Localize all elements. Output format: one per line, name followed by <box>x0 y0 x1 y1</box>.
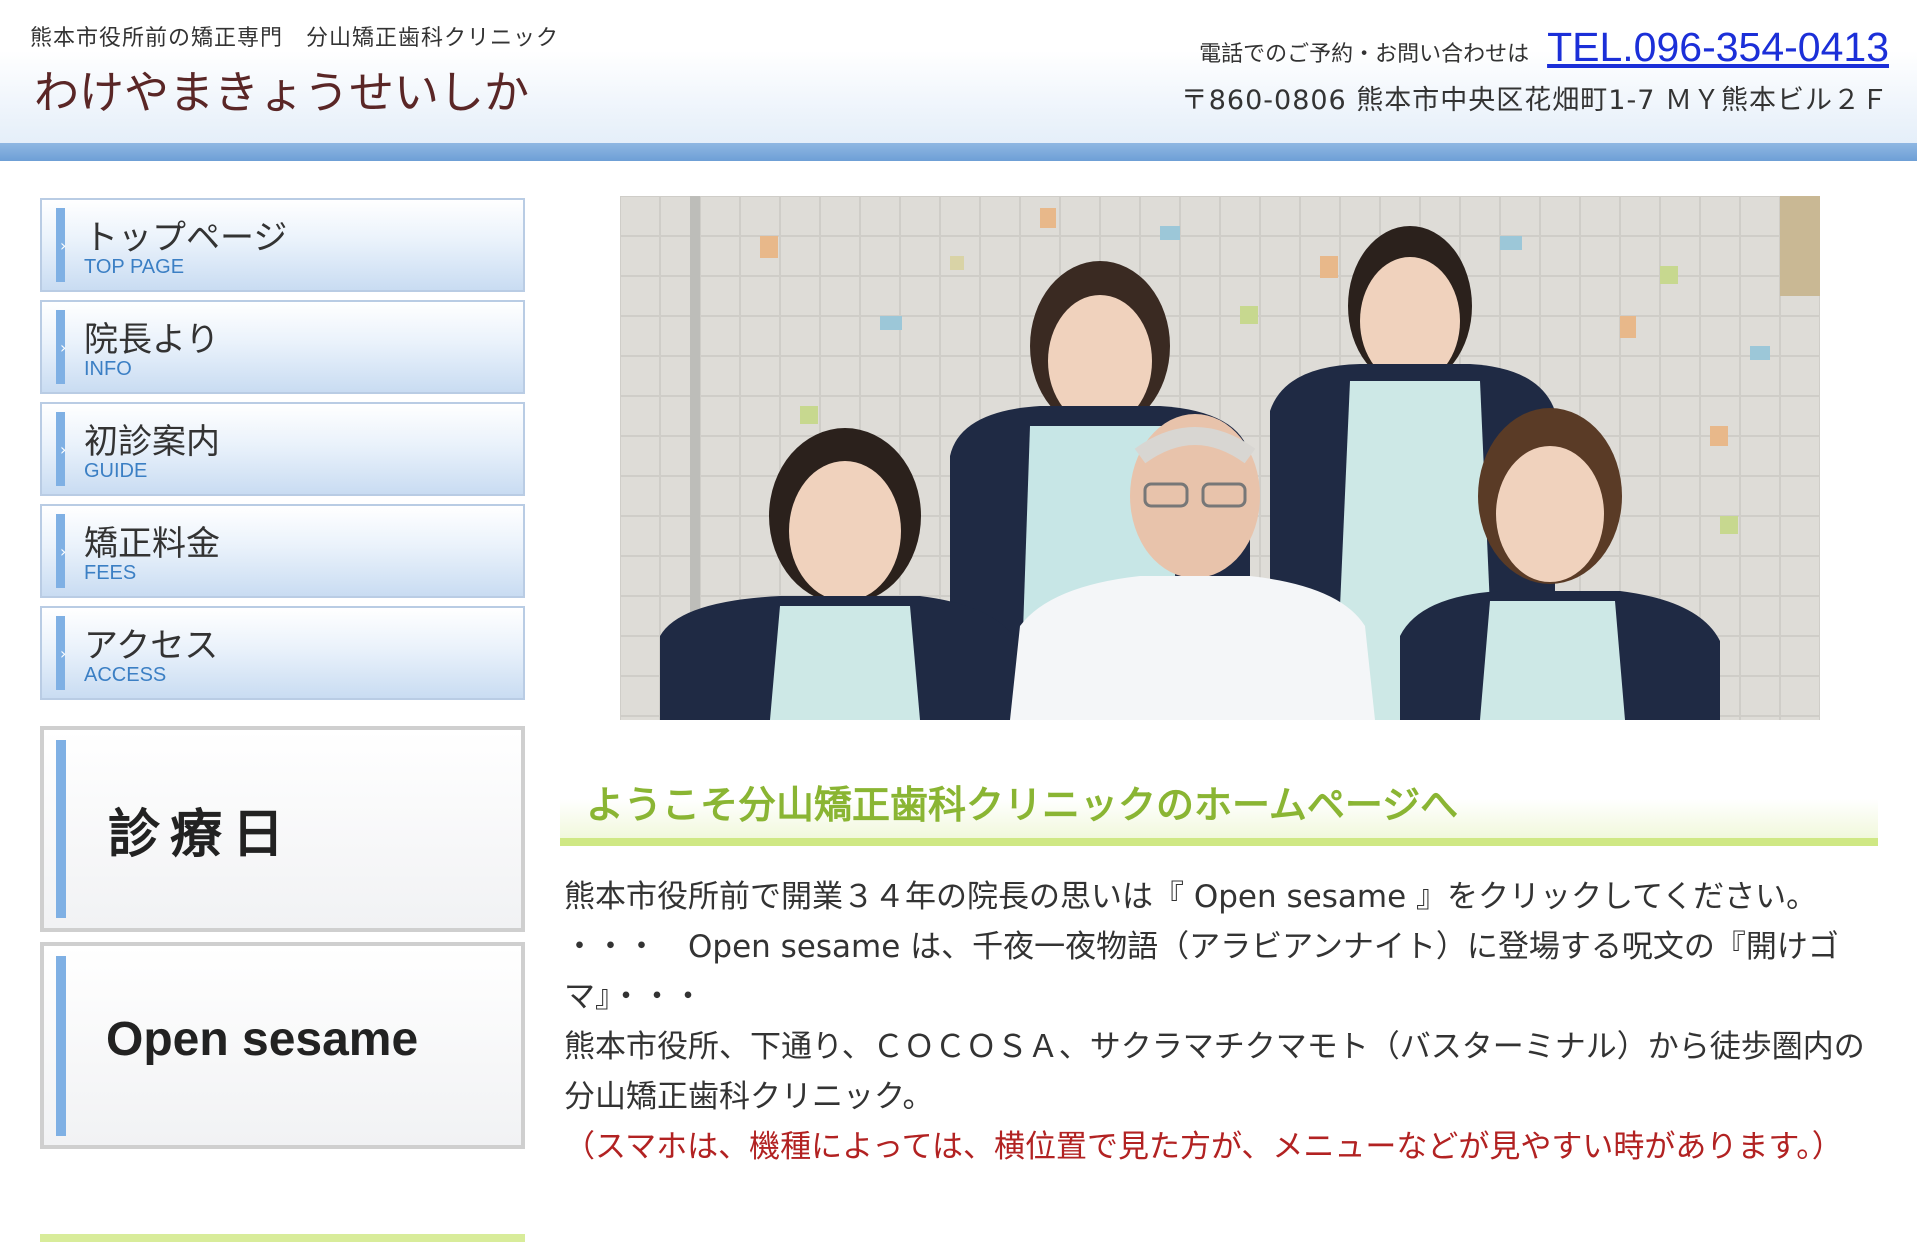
contact-label: 電話でのご予約・お問い合わせは <box>1199 42 1530 67</box>
banner-accent-bar <box>56 740 66 918</box>
nav-label-jp: 矯正料金 <box>84 524 220 564</box>
open-sesame-banner[interactable]: Open sesame <box>40 942 525 1149</box>
nav-label-en: GUIDE <box>84 460 148 482</box>
schedule-banner-label: 診療日 <box>108 805 295 865</box>
nav-item-guide[interactable]: › 初診案内 GUIDE <box>40 402 525 496</box>
nav-label-en: TOP PAGE <box>84 256 185 278</box>
chevron-right-icon: › <box>60 440 67 459</box>
chevron-right-icon: › <box>60 644 67 663</box>
nav-label-en: FEES <box>84 562 137 584</box>
staff-photo <box>620 196 1820 720</box>
contact-line: 電話でのご予約・お問い合わせは TEL.096-354-0413 <box>1199 24 1889 71</box>
open-sesame-paragraph: ・・・ Open sesame は、千夜一夜物語（アラビアンナイト）に登場する呪… <box>564 929 1839 1015</box>
site-logo[interactable]: わけやまきょうせいしか <box>34 56 529 121</box>
nav-label-jp: トップページ <box>84 218 288 258</box>
nav-label-en: INFO <box>84 358 132 380</box>
chevron-right-icon: › <box>60 236 67 255</box>
nav-item-access[interactable]: › アクセス ACCESS <box>40 606 525 700</box>
nav-item-fees[interactable]: › 矯正料金 FEES <box>40 504 525 598</box>
sidebar-bottom-divider <box>40 1234 525 1242</box>
nav-item-info[interactable]: › 院長より INFO <box>40 300 525 394</box>
nav-label-jp: 初診案内 <box>84 422 220 462</box>
site-header: 熊本市役所前の矯正専門 分山矯正歯科クリニック わけやまきょうせいしか 電話での… <box>0 0 1917 145</box>
nav-label-en: ACCESS <box>84 664 167 686</box>
welcome-heading-text: ようこそ分山矯正歯科クリニックのホームページへ <box>586 783 1459 827</box>
welcome-heading: ようこそ分山矯正歯科クリニックのホームページへ <box>560 760 1878 846</box>
site-tagline: 熊本市役所前の矯正専門 分山矯正歯科クリニック <box>30 26 560 51</box>
nav-label-jp: アクセス <box>84 626 219 666</box>
header-divider-bar <box>0 143 1917 161</box>
intro-paragraph: 熊本市役所前で開業３４年の院長の思いは『 Open sesame 』をクリックし… <box>564 879 1818 915</box>
main-content: 熊本市役所前で開業３４年の院長の思いは『 Open sesame 』をクリックし… <box>564 872 1880 1172</box>
location-paragraph: 熊本市役所、下通り、ＣＯＣＯＳＡ、サクラマチクマモト（バスターミナル）から徒歩圏… <box>564 1029 1865 1115</box>
open-sesame-banner-label: Open sesame <box>106 1013 419 1066</box>
smartphone-notice: （スマホは、機種によっては、横位置で見た方が、メニューなどが見やすい時があります… <box>564 1129 1843 1165</box>
chevron-right-icon: › <box>60 542 67 561</box>
chevron-right-icon: › <box>60 338 67 357</box>
clinic-address: 〒860-0806 熊本市中央区花畑町1-7 ＭＹ熊本ビル２Ｆ <box>1180 85 1889 116</box>
nav-item-top-page[interactable]: › トップページ TOP PAGE <box>40 198 525 292</box>
banner-accent-bar <box>56 956 66 1136</box>
phone-link[interactable]: TEL.096-354-0413 <box>1547 24 1889 71</box>
sidebar-nav: › トップページ TOP PAGE › 院長より INFO › 初診案内 GUI… <box>40 198 525 708</box>
schedule-banner[interactable]: 診療日 <box>40 726 525 932</box>
nav-label-jp: 院長より <box>84 320 220 360</box>
